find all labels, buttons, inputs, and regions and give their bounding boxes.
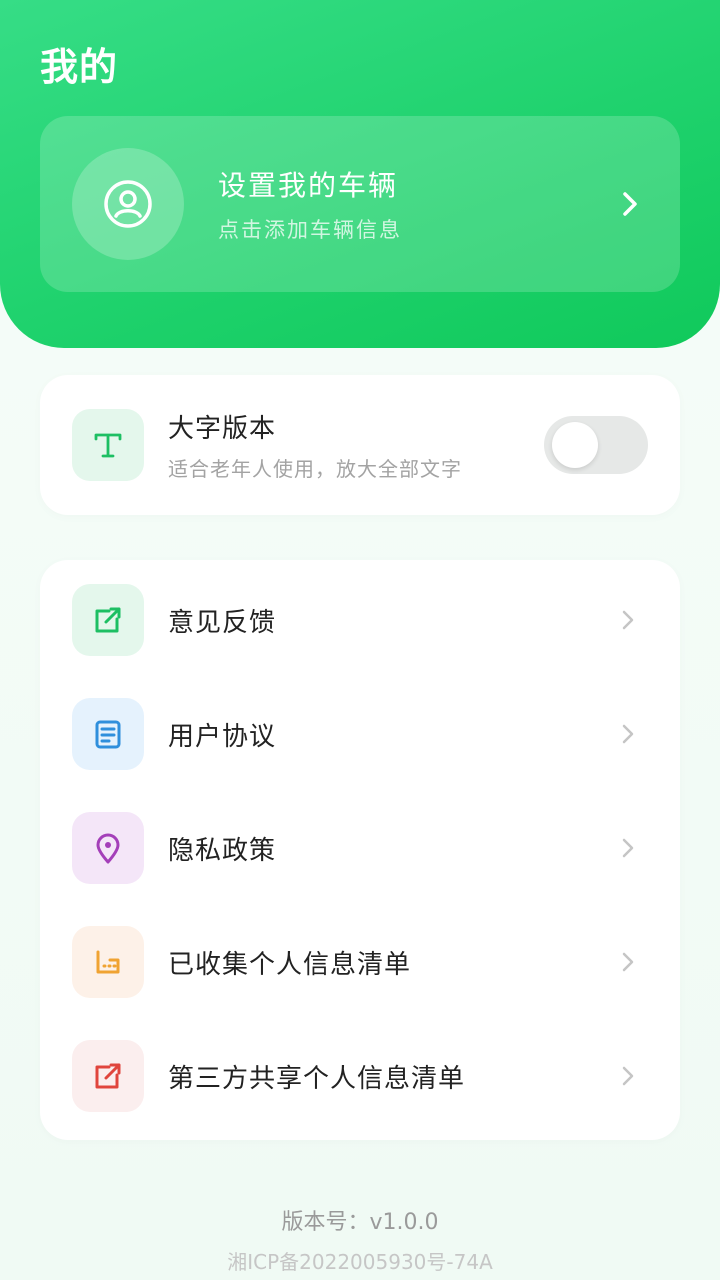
large-font-row: 大字版本 适合老年人使用，放大全部文字 [40, 395, 680, 495]
chevron-right-icon [618, 836, 638, 860]
header: 我的 设置我的车辆 点击添加车辆信息 [0, 0, 720, 348]
menu-item-privacy-policy[interactable]: 隐私政策 [40, 798, 680, 898]
document-icon [72, 698, 144, 770]
menu-item-user-agreement[interactable]: 用户协议 [40, 684, 680, 784]
chevron-right-icon [618, 722, 638, 746]
chevron-right-icon [616, 190, 644, 218]
large-font-text: 大字版本 适合老年人使用，放大全部文字 [168, 408, 544, 482]
folder-list-icon [72, 926, 144, 998]
vehicle-card-text: 设置我的车辆 点击添加车辆信息 [218, 164, 616, 244]
chevron-right-icon [618, 950, 638, 974]
menu-item-label: 隐私政策 [168, 835, 277, 866]
text-t-icon [72, 409, 144, 481]
chevron-right-icon [618, 608, 638, 632]
menu-item-label: 用户协议 [168, 721, 277, 752]
large-font-subtitle: 适合老年人使用，放大全部文字 [168, 457, 462, 481]
user-circle-icon [72, 148, 184, 260]
menu-item-label: 已收集个人信息清单 [168, 949, 412, 980]
vehicle-card-subtitle: 点击添加车辆信息 [218, 218, 402, 242]
menu-item-third-party-sharing[interactable]: 第三方共享个人信息清单 [40, 1026, 680, 1126]
large-font-card: 大字版本 适合老年人使用，放大全部文字 [40, 375, 680, 515]
vehicle-card-title: 设置我的车辆 [218, 169, 399, 202]
menu-item-label: 第三方共享个人信息清单 [168, 1063, 466, 1094]
menu-item-label: 意见反馈 [168, 607, 277, 638]
version-label: 版本号：v1.0.0 [281, 1210, 439, 1235]
feedback-edit-icon [72, 584, 144, 656]
set-vehicle-card[interactable]: 设置我的车辆 点击添加车辆信息 [40, 116, 680, 292]
large-font-toggle[interactable] [544, 416, 648, 474]
chevron-right-icon [618, 1064, 638, 1088]
page-title: 我的 [40, 45, 119, 89]
profile-page: 我的 设置我的车辆 点击添加车辆信息 大字版本 适合老年人使用，放大全部文字 意… [0, 0, 720, 1280]
menu-item-feedback[interactable]: 意见反馈 [40, 570, 680, 670]
location-pin-icon [72, 812, 144, 884]
large-font-label: 大字版本 [168, 414, 277, 444]
share-external-icon [72, 1040, 144, 1112]
menu-card: 意见反馈 用户协议 隐私政策 已收集个人信息清单 第三方共享个人信息清单 [40, 560, 680, 1140]
menu-item-collected-info[interactable]: 已收集个人信息清单 [40, 912, 680, 1012]
icp-link[interactable]: 湘ICP备2022005930号-74A [0, 1246, 720, 1275]
toggle-knob [552, 422, 598, 468]
